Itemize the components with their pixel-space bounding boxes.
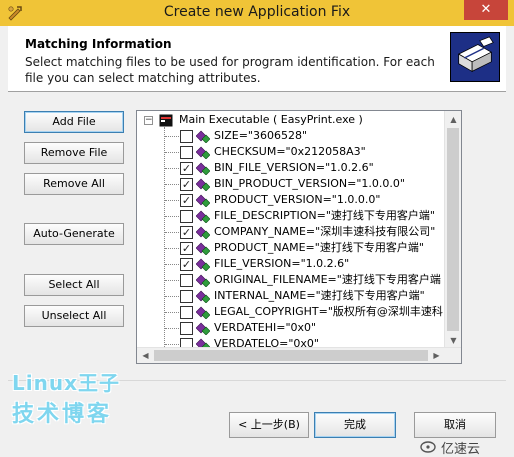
attribute-checkbox[interactable]: ✓ [180,226,193,239]
tree-branch-line [165,184,179,185]
tree-root-label: Main Executable ( EasyPrint.exe ) [179,113,363,126]
attribute-checkbox[interactable] [180,210,193,223]
attribute-label: INTERNAL_NAME="速打线下专用客户端" [214,289,425,302]
attribute-diamond-icon [196,306,210,319]
attribute-diamond-icon [196,178,210,191]
tree-attribute-row[interactable]: INTERNAL_NAME="速打线下专用客户端" [137,288,447,304]
tree-branch-line [165,248,179,249]
tree-attribute-row[interactable]: ✓ PRODUCT_NAME="速打线下专用客户端" [137,240,447,256]
tree-attribute-row[interactable]: ✓ COMPANY_NAME="深圳丰速科技有限公司" [137,224,447,240]
tree-attribute-row[interactable]: ✓ BIN_PRODUCT_VERSION="1.0.0.0" [137,176,447,192]
attribute-label: BIN_PRODUCT_VERSION="1.0.0.0" [214,177,405,190]
attribute-checkbox[interactable] [180,290,193,303]
tree-attribute-row[interactable]: ✓ PRODUCT_VERSION="1.0.0.0" [137,192,447,208]
tree-root-row[interactable]: − Main Executable ( EasyPrint.exe ) [137,112,437,128]
close-button[interactable]: ✕ [464,0,508,20]
attribute-label: ORIGINAL_FILENAME="速打线下专用客户端 [214,273,441,286]
attribute-checkbox[interactable]: ✓ [180,162,193,175]
attribute-diamond-icon [196,162,210,175]
tree-attribute-row[interactable]: FILE_DESCRIPTION="速打线下专用客户端" [137,208,447,224]
attribute-label: CHECKSUM="0x212058A3" [214,145,366,158]
attribute-diamond-icon [196,226,210,239]
select-all-button[interactable]: Select All [24,274,124,296]
tree-attribute-row[interactable]: LEGAL_COPYRIGHT="版权所有@深圳丰速科 [137,304,447,320]
tree-attribute-row[interactable]: ORIGINAL_FILENAME="速打线下专用客户端 [137,272,447,288]
cancel-button[interactable]: 取消 [414,412,496,438]
horizontal-scroll-thumb[interactable] [154,350,428,361]
tree-branch-line [165,312,179,313]
add-file-button[interactable]: Add File [24,111,124,133]
finish-button[interactable]: 完成 [314,412,396,438]
attribute-label: LEGAL_COPYRIGHT="版权所有@深圳丰速科 [214,305,443,318]
page-heading: Matching Information [25,37,172,51]
watermark-site: 亿速云 [441,442,481,457]
attribute-checkbox[interactable] [180,306,193,319]
attribute-checkbox[interactable]: ✓ [180,242,193,255]
vertical-scrollbar[interactable]: ▲ ▼ [444,111,461,349]
attribute-label: SIZE="3606528" [214,129,308,142]
site-logo-icon [420,441,436,453]
attribute-diamond-icon [196,146,210,159]
header-panel: Matching Information Select matching fil… [8,26,506,92]
collapse-expander-icon[interactable]: − [144,116,153,125]
tree-attribute-row[interactable]: CHECKSUM="0x212058A3" [137,144,447,160]
auto-generate-button[interactable]: Auto-Generate [24,223,124,245]
tree-branch-line [165,344,179,345]
application-fix-window: Create new Application Fix ✕ Matching In… [0,0,514,457]
attribute-checkbox[interactable] [180,274,193,287]
attribute-diamond-icon [196,290,210,303]
attribute-checkbox[interactable] [180,146,193,159]
tree-attribute-row[interactable]: VERDATEHI="0x0" [137,320,447,336]
tree-attribute-row[interactable]: ✓ BIN_FILE_VERSION="1.0.2.6" [137,160,447,176]
tree-attribute-row[interactable]: ✓ FILE_VERSION="1.0.2.6" [137,256,447,272]
attribute-checkbox[interactable]: ✓ [180,194,193,207]
tree-branch-line [165,232,179,233]
attribute-diamond-icon [196,210,210,223]
attribute-label: PRODUCT_VERSION="1.0.0.0" [214,193,381,206]
back-button[interactable]: < 上一步(B) [229,412,309,438]
attribute-checkbox[interactable]: ✓ [180,178,193,191]
attribute-checkbox[interactable] [180,130,193,143]
window-title: Create new Application Fix [163,4,351,20]
tree-branch-line [165,168,179,169]
watermark-author: Linux王子 [12,371,120,395]
tree-branch-line [165,152,179,153]
attribute-diamond-icon [196,258,210,271]
attribute-label: VERDATEHI="0x0" [214,321,317,334]
attribute-diamond-icon [196,322,210,335]
scroll-left-icon[interactable]: ◀ [137,348,154,363]
matching-files-tree[interactable]: − Main Executable ( EasyPrint.exe ) SIZE… [136,110,462,364]
tree-attribute-row[interactable]: SIZE="3606528" [137,128,447,144]
watermark-blog: 技术博客 [12,402,113,427]
attribute-checkbox[interactable]: ✓ [180,258,193,271]
attribute-diamond-icon [196,194,210,207]
attribute-label: FILE_VERSION="1.0.2.6" [214,257,350,270]
attribute-checkbox[interactable] [180,322,193,335]
attribute-diamond-icon [196,242,210,255]
remove-file-button[interactable]: Remove File [24,142,124,164]
wizard-logo-icon [450,32,500,82]
tree-branch-line [165,328,179,329]
scroll-up-icon[interactable]: ▲ [445,111,461,128]
tree-branch-line [165,200,179,201]
vertical-scroll-thumb[interactable] [447,128,459,331]
attribute-label: FILE_DESCRIPTION="速打线下专用客户端" [214,209,435,222]
tree-branch-line [165,296,179,297]
attribute-diamond-icon [196,274,210,287]
attribute-label: COMPANY_NAME="深圳丰速科技有限公司" [214,225,436,238]
scroll-right-icon[interactable]: ▶ [428,348,445,363]
attribute-diamond-icon [196,130,210,143]
remove-all-button[interactable]: Remove All [24,173,124,195]
title-bar[interactable]: Create new Application Fix ✕ [0,0,514,26]
tree-branch-line [165,136,179,137]
unselect-all-button[interactable]: Unselect All [24,305,124,327]
executable-file-icon [159,114,173,127]
attribute-label: BIN_FILE_VERSION="1.0.2.6" [214,161,374,174]
attribute-label: PRODUCT_NAME="速打线下专用客户端" [214,241,424,254]
page-description: Select matching files to be used for pro… [25,55,435,85]
tree-branch-line [165,216,179,217]
horizontal-scrollbar[interactable]: ◀ ▶ [137,347,461,363]
tree-branch-line [165,280,179,281]
tree-branch-line [165,264,179,265]
